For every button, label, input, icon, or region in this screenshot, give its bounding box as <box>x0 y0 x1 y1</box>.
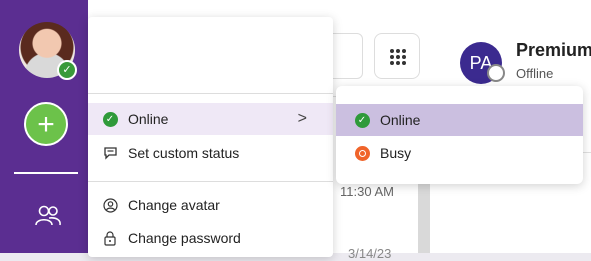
message-date: 3/14/23 <box>348 246 392 261</box>
status-option-online[interactable]: ✓ Online <box>336 104 583 136</box>
menu-item-label: Change avatar <box>128 197 220 213</box>
status-option-busy[interactable]: Busy <box>336 137 583 169</box>
user-menu: ✓ Online > Set custom status Change avat… <box>88 17 333 257</box>
menu-item-change-avatar[interactable]: Change avatar <box>88 189 333 221</box>
apps-grid-button[interactable] <box>374 33 420 79</box>
chat-bubble-icon <box>102 145 118 161</box>
online-status-icon: ✓ <box>57 60 77 80</box>
rail-divider <box>14 172 78 174</box>
user-circle-icon <box>102 197 118 213</box>
menu-divider <box>88 181 333 182</box>
chevron-right-icon: > <box>297 110 307 127</box>
contact-name: Premium <box>516 40 591 60</box>
green-check-icon: ✓ <box>354 112 370 128</box>
menu-item-change-password[interactable]: Change password <box>88 222 333 254</box>
status-option-label: Busy <box>380 145 412 161</box>
status-option-label: Online <box>380 112 421 128</box>
add-button[interactable]: + <box>24 102 68 146</box>
offline-status-icon <box>487 64 505 82</box>
lock-icon <box>102 230 118 246</box>
user-avatar[interactable]: ✓ <box>19 22 77 80</box>
menu-item-label: Change password <box>128 230 241 246</box>
message-time: 11:30 AM <box>340 184 394 199</box>
contact-status: Offline <box>516 66 554 81</box>
menu-item-set-custom-status[interactable]: Set custom status <box>88 137 333 169</box>
menu-item-online[interactable]: ✓ Online > <box>88 103 333 135</box>
busy-icon <box>354 145 370 161</box>
menu-item-label: Set custom status <box>128 145 240 161</box>
status-submenu: ✓ Online Busy <box>336 86 583 184</box>
green-check-icon: ✓ <box>102 111 118 127</box>
contacts-icon[interactable] <box>34 204 62 228</box>
grid-icon <box>390 49 406 65</box>
menu-item-label: Online <box>128 111 169 127</box>
menu-divider <box>88 93 333 94</box>
